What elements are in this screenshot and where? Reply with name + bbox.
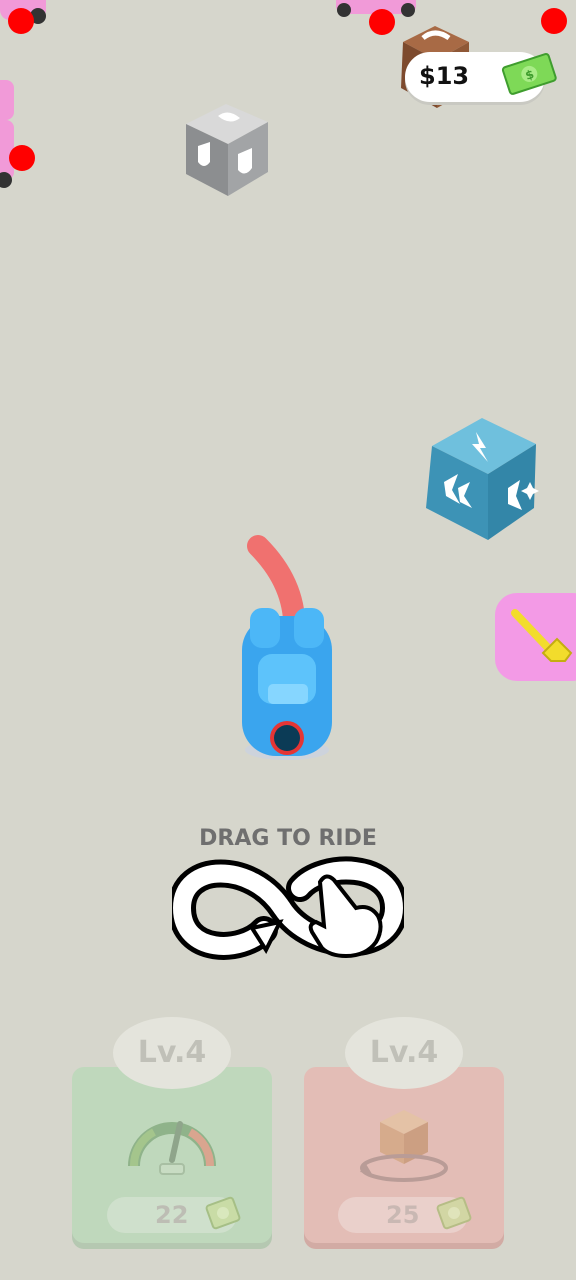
player-car[interactable] <box>232 532 342 764</box>
money-display: $13 $ <box>405 52 557 102</box>
game-screen[interactable]: { "hud": { "money": "$13" }, "tutorial":… <box>0 0 576 1280</box>
speedometer-icon <box>124 1100 220 1178</box>
money-amount: $13 <box>419 62 470 90</box>
speed-crate <box>418 412 542 544</box>
plunger-icon <box>507 605 573 671</box>
enemy-marker <box>9 145 35 171</box>
enemy-marker <box>541 8 567 34</box>
side-ability-button[interactable] <box>495 593 576 681</box>
cash-icon: $ <box>501 48 557 98</box>
speed-price: 22 <box>155 1201 189 1229</box>
infinity-gesture-icon <box>167 852 409 964</box>
crate-level-badge: Lv.4 <box>345 1017 463 1089</box>
cash-icon <box>203 1191 243 1235</box>
speed-level-badge: Lv.4 <box>113 1017 231 1089</box>
cash-icon <box>434 1191 474 1235</box>
crate-price: 25 <box>386 1201 420 1229</box>
enemy-marker <box>8 8 34 34</box>
tutorial-text: DRAG TO RIDE <box>199 826 377 851</box>
crate-price-pill: 25 <box>338 1196 472 1233</box>
shield-crate <box>182 100 270 198</box>
crate-rotate-icon <box>356 1106 452 1186</box>
enemy-marker <box>369 9 395 35</box>
enemy-car <box>0 80 20 190</box>
speed-price-pill: 22 <box>107 1196 241 1233</box>
